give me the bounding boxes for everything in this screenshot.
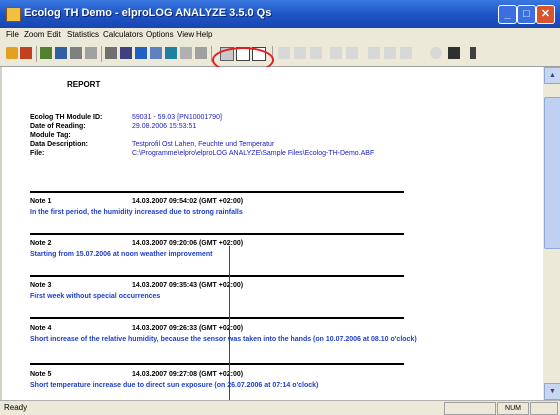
report-title: REPORT <box>67 80 101 89</box>
disabled-icon-8 <box>400 47 412 59</box>
application-window: Ecolog TH Demo - elproLOG ANALYZE 3.5.0 … <box>0 0 560 415</box>
disabled-icon-1 <box>278 47 290 59</box>
program-icon[interactable] <box>55 47 67 59</box>
field-label: File: <box>30 150 45 157</box>
status-cell <box>530 402 558 415</box>
status-bar: Ready NUM <box>0 400 560 415</box>
field-value: C:\Programme\elpro\elproLOG ANALYZE\Samp… <box>132 150 375 157</box>
help-icon[interactable] <box>470 47 476 59</box>
close-button[interactable]: ✕ <box>536 5 555 24</box>
divider <box>30 275 404 277</box>
module-icon[interactable] <box>20 47 32 59</box>
open-icon[interactable] <box>6 47 18 59</box>
field-value: 29.08.2006 15:53:51 <box>132 123 197 130</box>
save-icon[interactable] <box>85 47 97 59</box>
print-icon[interactable] <box>105 47 117 59</box>
status-cell <box>444 402 496 415</box>
divider <box>30 317 404 319</box>
divider <box>30 191 404 193</box>
menu-view[interactable]: View <box>177 30 194 39</box>
event-timestamp: 14.03.2007 09:20:06 (GMT +02:00) <box>132 240 244 247</box>
event-label: Note 3 <box>30 282 52 289</box>
disabled-icon-4 <box>330 47 342 59</box>
toolbar <box>0 42 560 67</box>
disabled-icon-7 <box>384 47 396 59</box>
status-text: Ready <box>4 403 28 412</box>
divider <box>30 233 404 235</box>
table-icon[interactable] <box>150 47 162 59</box>
field-label: Ecolog TH Module ID: <box>30 114 103 121</box>
maximize-button[interactable]: □ <box>517 5 536 24</box>
menu-bar: File Zoom Edit Statistics Calculators Op… <box>0 28 560 42</box>
scroll-down-icon[interactable]: ▼ <box>544 383 560 400</box>
chart-icon[interactable] <box>70 47 82 59</box>
event-label: Note 4 <box>30 325 52 332</box>
disabled-icon-2 <box>294 47 306 59</box>
menu-file[interactable]: File <box>6 30 19 39</box>
graph-icon[interactable] <box>165 47 177 59</box>
menu-edit[interactable]: Edit <box>47 30 61 39</box>
menu-zoom[interactable]: Zoom <box>24 30 44 39</box>
field-value: 59031 - 59.03 [PN10001790] <box>132 114 222 121</box>
zoom-icon[interactable] <box>180 47 192 59</box>
menu-statistics[interactable]: Statistics <box>67 30 99 39</box>
title-bar[interactable]: Ecolog TH Demo - elproLOG ANALYZE 3.5.0 … <box>0 0 560 28</box>
event-label: Note 1 <box>30 198 52 205</box>
event-text: Short increase of the relative humidity,… <box>30 336 417 343</box>
event-label: Note 5 <box>30 371 52 378</box>
menu-calculators[interactable]: Calculators <box>103 30 143 39</box>
event-timestamp: 14.03.2007 09:54:02 (GMT +02:00) <box>132 198 244 205</box>
disabled-icon-9 <box>430 47 442 59</box>
menu-help[interactable]: Help <box>196 30 212 39</box>
field-value: Testprofil Ost Lahen, Feuchte und Temper… <box>132 141 275 148</box>
annotation-pointer-line <box>229 246 230 400</box>
minimize-button[interactable]: _ <box>498 5 517 24</box>
window-title: Ecolog TH Demo - elproLOG ANALYZE 3.5.0 … <box>24 7 272 19</box>
field-label: Data Description: <box>30 141 88 148</box>
disabled-icon-6 <box>368 47 380 59</box>
menu-options[interactable]: Options <box>146 30 174 39</box>
event-timestamp: 14.03.2007 09:26:33 (GMT +02:00) <box>132 325 244 332</box>
vertical-scrollbar[interactable]: ▲ ▼ <box>543 67 560 400</box>
divider <box>30 363 404 365</box>
field-label: Module Tag: <box>30 132 71 139</box>
app-icon <box>6 7 21 22</box>
event-label: Note 2 <box>30 240 52 247</box>
disabled-icon-3 <box>310 47 322 59</box>
report-view: REPORT Ecolog TH Module ID: 59031 - 59.0… <box>2 67 543 400</box>
preview-icon[interactable] <box>120 47 132 59</box>
scale-icon[interactable] <box>195 47 207 59</box>
event-text: Short temperature increase due to direct… <box>30 382 319 389</box>
event-timestamp: 14.03.2007 09:27:08 (GMT +02:00) <box>132 371 244 378</box>
field-label: Date of Reading: <box>30 123 86 130</box>
scroll-thumb[interactable] <box>544 97 560 249</box>
calculator-icon[interactable] <box>448 47 460 59</box>
status-num: NUM <box>497 402 529 415</box>
event-text: Starting from 15.07.2006 at noon weather… <box>30 251 213 258</box>
event-text: In the first period, the humidity increa… <box>30 209 243 216</box>
read-icon[interactable] <box>40 47 52 59</box>
event-text: First week without special occurrences <box>30 293 161 300</box>
event-timestamp: 14.03.2007 09:35:43 (GMT +02:00) <box>132 282 244 289</box>
scroll-up-icon[interactable]: ▲ <box>544 67 560 84</box>
statistics-icon[interactable] <box>135 47 147 59</box>
disabled-icon-5 <box>346 47 358 59</box>
